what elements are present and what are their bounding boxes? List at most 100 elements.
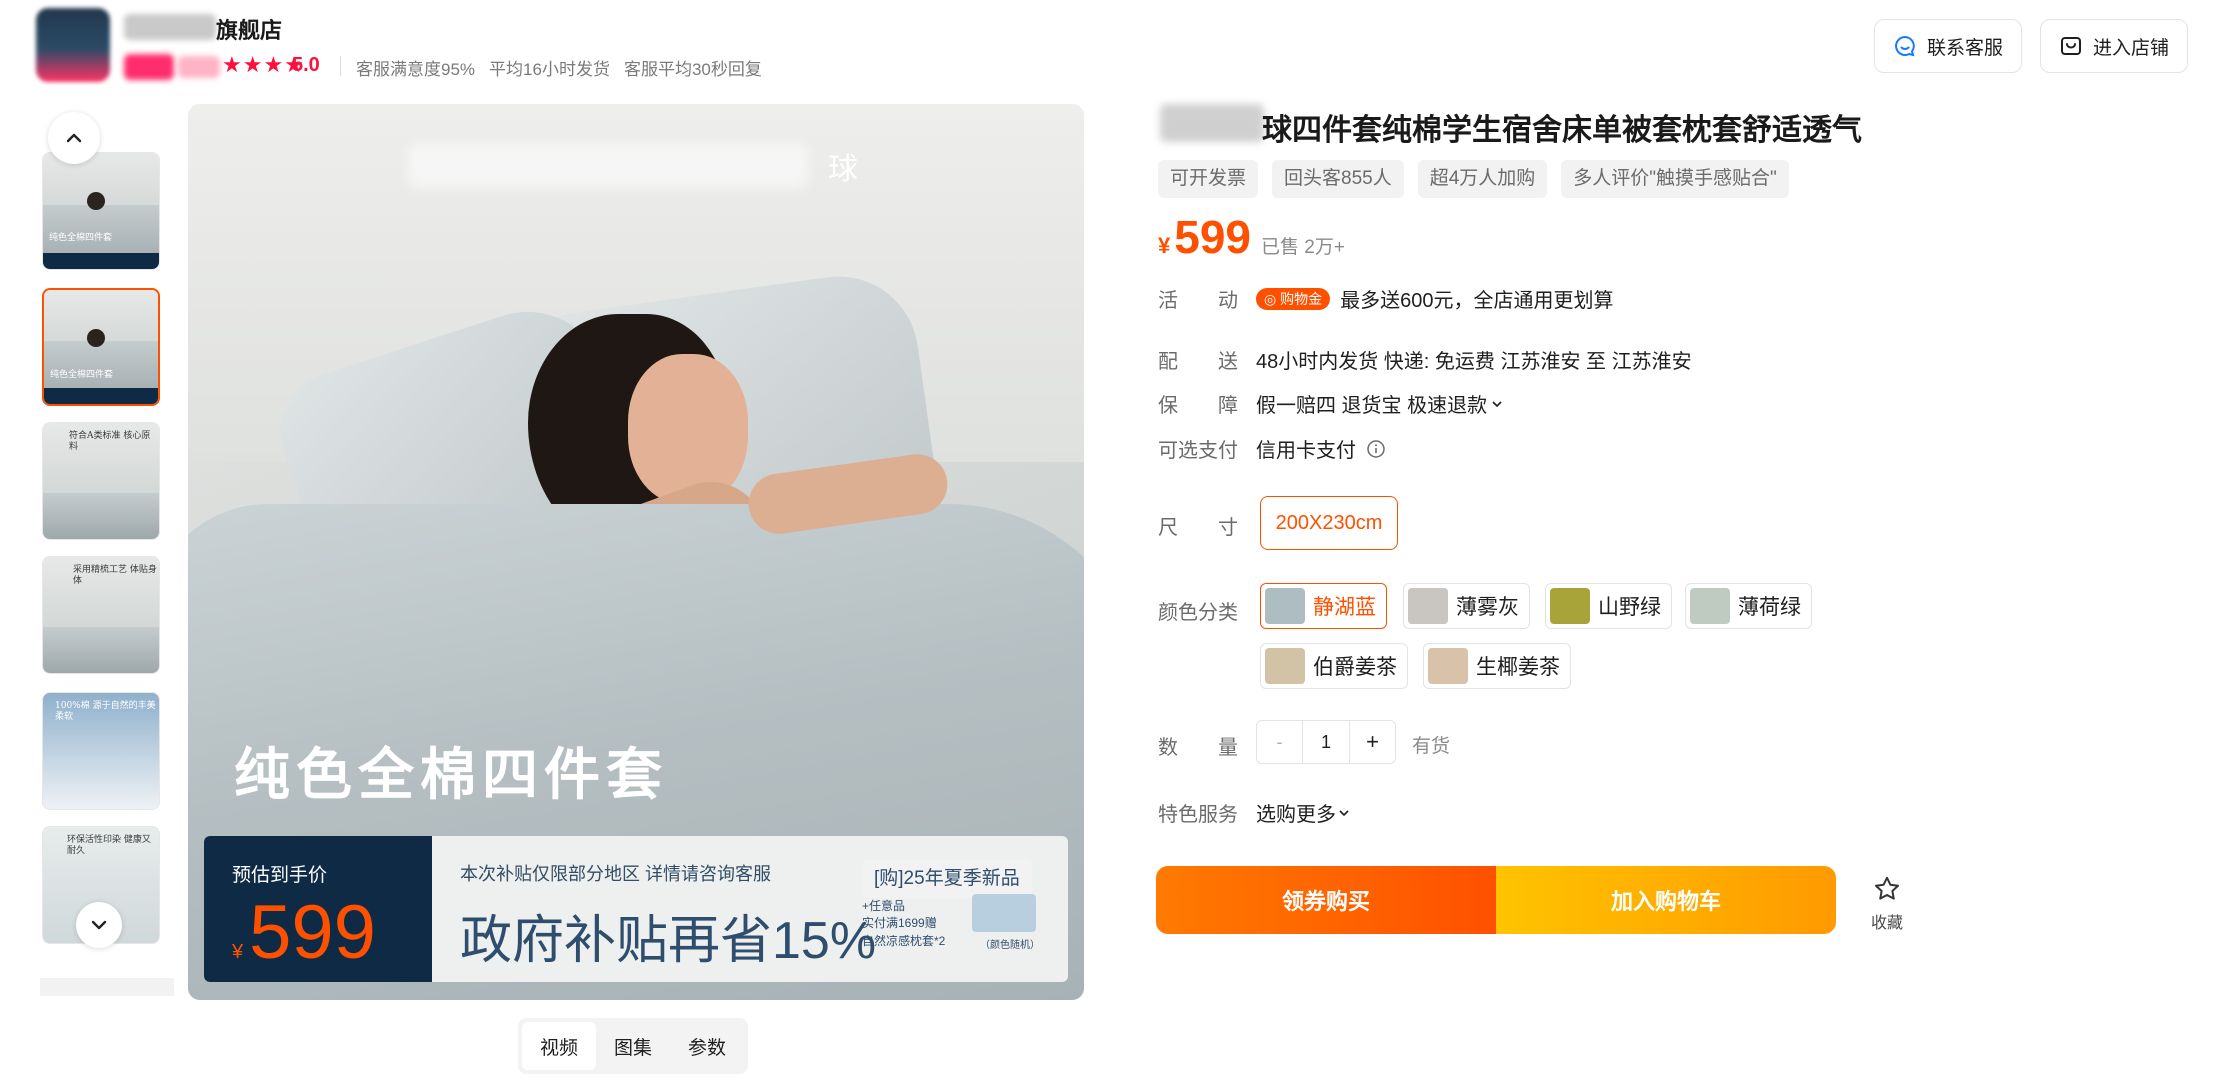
color-swatch — [1408, 588, 1448, 624]
color-name: 生椰姜茶 — [1476, 656, 1560, 679]
star-outline-icon — [1875, 876, 1899, 900]
estimated-price-box: 预估到手价 ¥599 — [204, 836, 432, 982]
activity-value[interactable]: ◎ 购物金 最多送600元，全店通用更划算 — [1256, 284, 1613, 313]
price-row: ¥ 599 已售 2万+ — [1158, 210, 1345, 264]
contact-service-button[interactable]: 联系客服 — [1874, 19, 2023, 73]
quantity-increase-button[interactable]: + — [1349, 721, 1395, 763]
metric-response: 客服平均30秒回复 — [623, 60, 762, 79]
payment-text: 信用卡支付 — [1256, 440, 1356, 462]
shop-metrics: 客服满意度95% 平均16小时发货 客服平均30秒回复 — [356, 55, 762, 80]
shop-name[interactable]: 旗舰店 — [216, 13, 282, 45]
color-name: 山野绿 — [1598, 596, 1661, 619]
guarantee-label: 保 障 — [1158, 395, 1238, 417]
gallery-tabs: 视频 图集 参数 — [518, 1018, 749, 1074]
color-option-bohelv[interactable]: 薄荷绿 — [1685, 583, 1812, 629]
product-title: 球四件套纯棉学生宿舍床单被套枕套舒适透气 — [1262, 114, 1862, 147]
size-label: 尺 寸 — [1158, 517, 1238, 539]
buy-with-coupon-button[interactable]: 领券购买 — [1156, 866, 1496, 934]
service-value[interactable]: 选购更多 — [1256, 798, 1350, 827]
brand-watermark: 球 — [828, 153, 864, 186]
quantity-label: 数 量 — [1158, 737, 1238, 759]
thumbnail-4[interactable]: 采用精梳工艺 体贴身体 — [42, 556, 160, 674]
enter-store-label: 进入店铺 — [2093, 37, 2170, 59]
size-option-selected[interactable]: 200X230cm — [1260, 496, 1398, 550]
quantity-decrease-button[interactable]: - — [1257, 721, 1303, 763]
purchase-buttons: 领券购买 加入购物车 — [1156, 866, 1836, 934]
tab-params[interactable]: 参数 — [670, 1022, 744, 1070]
color-name: 薄荷绿 — [1738, 596, 1801, 619]
store-icon — [2061, 37, 2081, 55]
gift-pillowcase-image — [972, 894, 1036, 932]
tag-invoice: 可开发票 — [1158, 160, 1259, 198]
add-to-cart-button[interactable]: 加入购物车 — [1496, 866, 1836, 934]
thumbnail-5[interactable]: 100%棉 源于自然的丰美柔软 — [42, 692, 160, 810]
color-name: 伯爵姜茶 — [1313, 656, 1397, 679]
color-swatch — [1428, 648, 1468, 684]
quantity-input[interactable]: 1 — [1303, 721, 1349, 763]
color-option-shengyejiangcha[interactable]: 生椰姜茶 — [1423, 643, 1571, 689]
activity-label: 活 动 — [1158, 290, 1238, 312]
stock-status: 有货 — [1412, 736, 1451, 757]
payment-label: 可选支付 — [1158, 440, 1238, 462]
payment-value: 信用卡支付 — [1256, 434, 1386, 463]
color-label: 颜色分类 — [1158, 602, 1238, 624]
sold-count: 已售 2万+ — [1261, 237, 1345, 258]
shop-badge — [124, 54, 174, 80]
estimated-price-label: 预估到手价 — [232, 865, 328, 886]
chevron-down-icon — [91, 920, 107, 930]
chevron-down-icon — [1339, 809, 1349, 816]
thumbnail-caption: 100%棉 源于自然的丰美柔软 — [55, 701, 156, 722]
shipping-value: 48小时内发货 快递: 免运费 江苏淮安 至 江苏淮安 — [1256, 351, 1692, 373]
tab-gallery[interactable]: 图集 — [596, 1022, 670, 1070]
quantity-stepper: - 1 + — [1256, 720, 1396, 764]
guarantee-value[interactable]: 假一赔四 退货宝 极速退款 — [1256, 389, 1503, 418]
info-icon[interactable] — [1366, 439, 1386, 459]
estimated-price: ¥599 — [232, 890, 376, 975]
thumbnail-caption: 纯色全棉四件套 — [50, 370, 114, 380]
thumbnail-2-selected[interactable]: 纯色全棉四件套 — [42, 288, 160, 406]
contact-service-label: 联系客服 — [1927, 37, 2004, 59]
color-swatch — [1690, 588, 1730, 624]
thumbs-scroll-up-button[interactable] — [48, 112, 100, 164]
chevron-up-icon — [66, 133, 82, 143]
color-option-shanyelv[interactable]: 山野绿 — [1545, 583, 1672, 629]
favorite-button[interactable]: 收藏 — [1862, 874, 1912, 933]
chat-icon — [1895, 35, 1915, 57]
color-swatch — [1265, 648, 1305, 684]
shop-logo[interactable] — [36, 8, 110, 82]
tab-video[interactable]: 视频 — [522, 1022, 597, 1070]
thumbnail-caption: 环保活性印染 健康又耐久 — [67, 835, 151, 856]
tag-review-summary[interactable]: 多人评价"触摸手感贴合" — [1561, 160, 1789, 198]
price-currency: ¥ — [1158, 233, 1171, 258]
color-option-bowuhui[interactable]: 薄雾灰 — [1403, 583, 1530, 629]
thumbs-scroll-down-button[interactable] — [76, 902, 122, 948]
thumbnail-3[interactable]: 符合A类标准 核心原料 — [42, 422, 160, 540]
color-swatch — [1265, 588, 1305, 624]
header-divider — [340, 56, 341, 76]
title-brand-redacted — [1160, 104, 1264, 142]
gift-conditions: +任意品 实付满1699赠 自然凉感枕套*2 — [862, 899, 946, 948]
image-caption: 纯色全棉四件套 — [234, 743, 668, 806]
activity-text: 最多送600元，全店通用更划算 — [1340, 290, 1614, 312]
color-random-note: （颜色随机） — [980, 940, 1040, 951]
color-option-bojuejiangcha[interactable]: 伯爵姜茶 — [1260, 643, 1408, 689]
shop-name-redacted — [124, 14, 216, 40]
tag-repeat-customers: 回头客855人 — [1272, 160, 1404, 198]
metric-shipping: 平均16小时发货 — [489, 60, 610, 79]
brand-watermark-redacted — [408, 144, 808, 188]
guarantee-text: 假一赔四 退货宝 极速退款 — [1256, 395, 1488, 417]
thumbnail-caption: 纯色全棉四件套 — [49, 233, 113, 243]
color-option-jinghulan[interactable]: 静湖蓝 — [1260, 583, 1387, 629]
service-label: 特色服务 — [1158, 804, 1238, 826]
season-tag: [购]25年夏季新品 — [862, 860, 1032, 898]
service-text: 选购更多 — [1256, 804, 1336, 826]
enter-store-button[interactable]: 进入店铺 — [2040, 19, 2189, 73]
tag-cart-adds: 超4万人加购 — [1417, 160, 1548, 198]
shop-badge-secondary — [178, 56, 220, 78]
main-product-image[interactable]: 球 纯色全棉四件套 预估到手价 ¥599 本次补贴仅限部分地区 详情请咨询客服 … — [188, 104, 1084, 1000]
shipping-label: 配 送 — [1158, 351, 1238, 373]
chevron-down-icon — [1492, 400, 1502, 407]
thumbnail-1[interactable]: 纯色全棉四件套 — [42, 152, 160, 270]
thumbnail-caption: 采用精梳工艺 体贴身体 — [73, 565, 157, 586]
color-name: 静湖蓝 — [1313, 596, 1376, 619]
